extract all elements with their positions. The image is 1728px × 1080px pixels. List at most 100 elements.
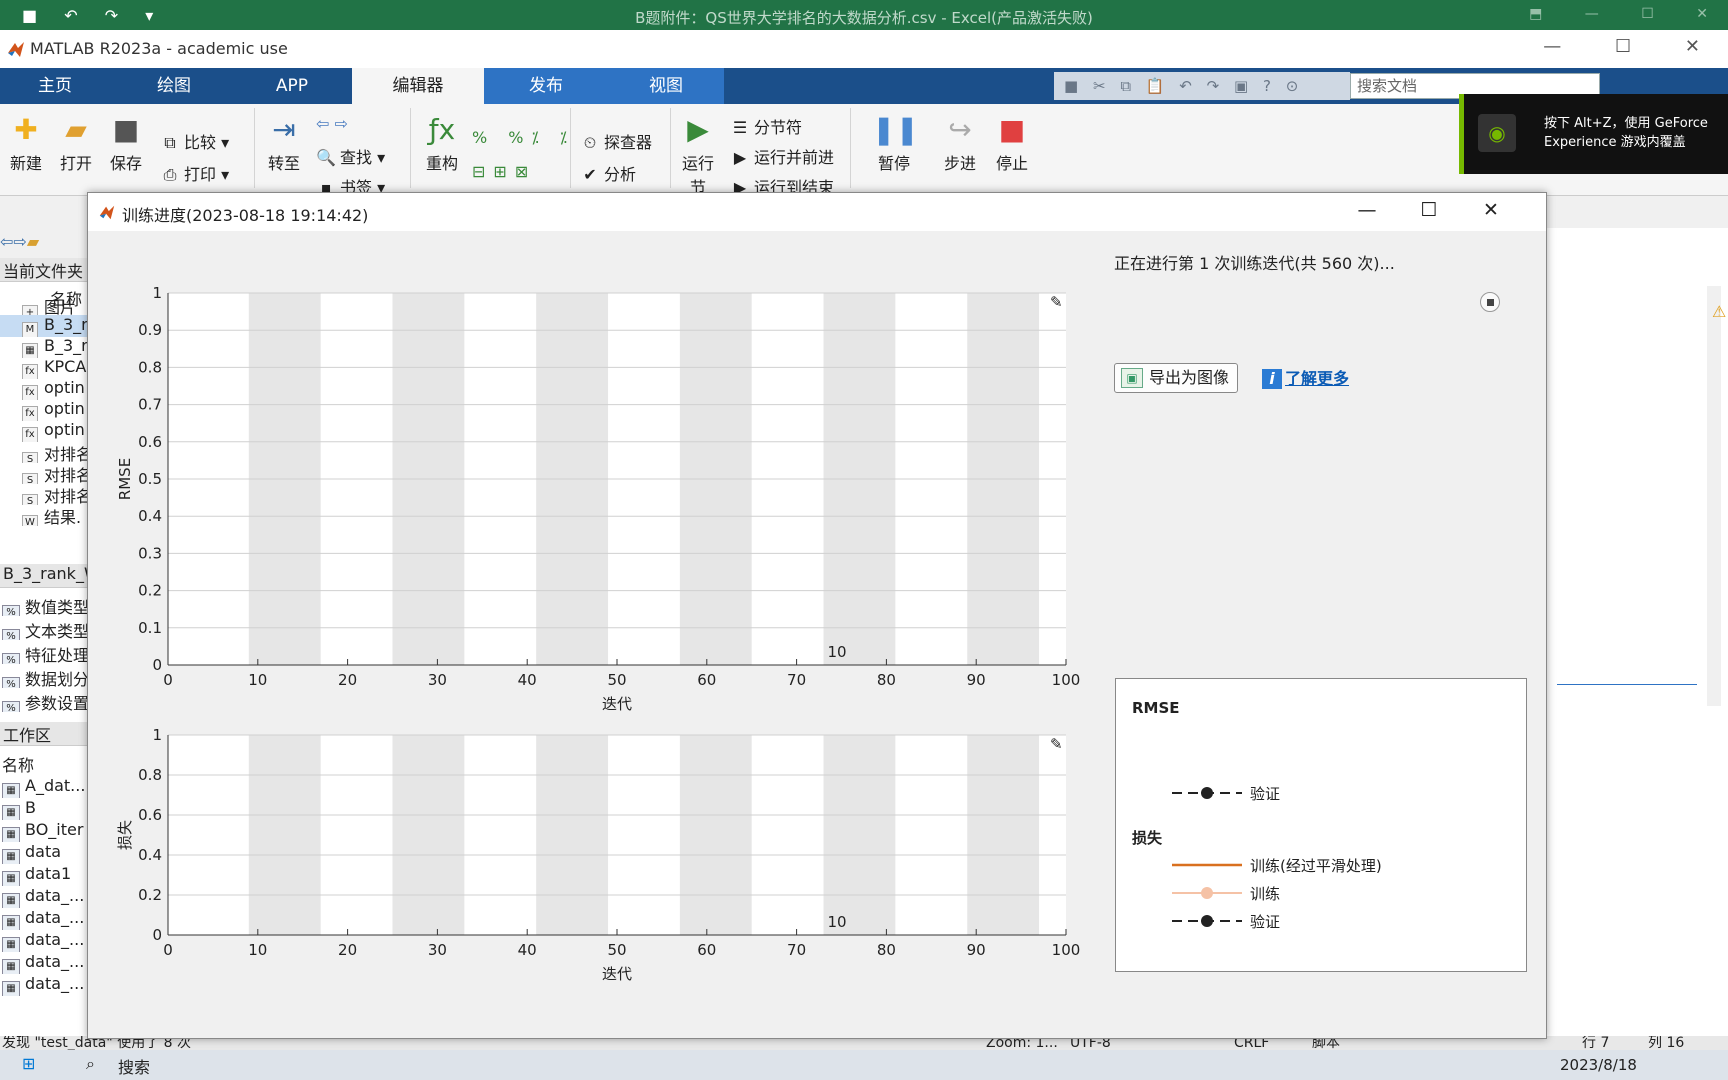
pause-icon: ❚❚ — [872, 113, 919, 146]
profiler-button[interactable]: ⏲ 探查器 — [580, 129, 652, 153]
close-icon[interactable]: ✕ — [1685, 36, 1700, 57]
open-button[interactable]: ▰ 打开 — [54, 114, 98, 174]
axes-toolbar-icon[interactable]: ✎ — [1050, 735, 1063, 753]
folder-nav-toolbar: ⇦⇨▰ — [0, 232, 88, 256]
ribbon-divider — [850, 108, 851, 188]
section-icon: % — [2, 605, 20, 616]
section-list-item[interactable]: % 数值类型 — [0, 594, 87, 616]
forward-icon[interactable]: ⇨ — [13, 232, 26, 251]
file-list-item[interactable]: M B_3_r — [0, 315, 87, 337]
file-list-item[interactable]: S 对排名 — [0, 462, 87, 484]
bookmark-button[interactable]: ▪ 书签 ▾ — [316, 174, 386, 194]
back-icon[interactable]: ⇦ — [0, 232, 13, 251]
analyze-button[interactable]: ✔ 分析 — [580, 161, 636, 185]
workspace-variable[interactable]: ▦ data_... — [0, 886, 87, 908]
axes-toolbar-icon[interactable]: ✎ — [1050, 293, 1063, 311]
tab-editor[interactable]: 编辑器 — [352, 68, 484, 104]
file-list-item[interactable]: S 对排名 — [0, 441, 87, 463]
ribbon-display-icon[interactable]: ⬒ — [1529, 6, 1542, 22]
workspace-name-column[interactable]: 名称 — [0, 752, 87, 774]
undo-icon[interactable]: ↶ — [1179, 77, 1192, 95]
copy-icon[interactable]: ⧉ — [1120, 77, 1131, 95]
workspace-variable[interactable]: ▦ data_... — [0, 952, 87, 974]
minimize-icon[interactable]: — — [1585, 6, 1599, 22]
overlay-text-line-1: 按下 Alt+Z，使用 GeForce — [1544, 116, 1708, 131]
y-tick-label: 1 — [152, 284, 162, 302]
search-icon[interactable]: ⌕ — [86, 1054, 95, 1074]
find-button[interactable]: 🔍 查找 ▾ — [316, 144, 385, 168]
file-list-item[interactable]: W 结果. — [0, 504, 87, 526]
switch-windows-icon[interactable]: ▣ — [1234, 77, 1248, 95]
file-list-item[interactable]: fx KPCA — [0, 357, 87, 379]
workspace-variable[interactable]: ▦ data — [0, 842, 87, 864]
paste-icon[interactable]: 📋 — [1146, 77, 1165, 95]
file-list-item[interactable]: fx optin — [0, 399, 87, 421]
workspace-variable[interactable]: ▦ data_... — [0, 908, 87, 930]
scrollbar[interactable] — [1707, 286, 1721, 706]
file-list-item[interactable]: ▦ B_3_r — [0, 336, 87, 358]
new-button[interactable]: ✚ 新建 — [4, 114, 48, 174]
workspace-variable[interactable]: ▦ B — [0, 798, 87, 820]
workspace-header: 工作区 — [0, 722, 87, 746]
legend-rmse-header: RMSE — [1132, 699, 1180, 717]
indent-buttons[interactable]: ⊟⊞⊠ — [472, 162, 536, 181]
minimize-icon[interactable]: — — [1543, 36, 1561, 57]
compare-button[interactable]: ⧉ 比较 ▾ — [160, 129, 229, 153]
tab-view[interactable]: 视图 — [608, 68, 724, 104]
start-icon[interactable]: ⊞ — [22, 1054, 35, 1073]
section-list-item[interactable]: % 参数设置 — [0, 690, 88, 712]
tab-apps[interactable]: APP — [242, 68, 342, 104]
section-list-item[interactable]: % 数据划分 — [0, 666, 87, 688]
section-break-button[interactable]: ☰ 分节符 — [730, 114, 802, 138]
run-section-button[interactable]: ▶ 运行节 — [678, 114, 718, 196]
section-list-item[interactable]: % 文本类型 — [0, 618, 87, 640]
redo-icon[interactable]: ↷ — [1207, 77, 1220, 95]
workspace-variable[interactable]: ▦ data1 — [0, 864, 87, 886]
step-button[interactable]: ↪ 步进 — [938, 114, 982, 174]
workspace-variable[interactable]: ▦ data_... — [0, 974, 87, 996]
back-forward-icons[interactable]: ⇦ ⇨ — [316, 114, 348, 133]
up-folder-icon[interactable]: ▰ — [27, 232, 39, 251]
save-icon[interactable]: ■ — [1064, 77, 1078, 95]
goto-button[interactable]: ⇥ 转至 — [262, 114, 306, 174]
matlab-logo-icon — [8, 42, 24, 57]
maximize-icon[interactable]: ☐ — [1615, 36, 1631, 57]
file-list-item[interactable]: fx optin — [0, 420, 87, 442]
print-button[interactable]: ⎙ 打印 ▾ — [160, 161, 230, 185]
file-list-item[interactable]: S 对排名 — [0, 483, 87, 505]
x-tick-label: 70 — [787, 941, 806, 959]
learn-more-link[interactable]: i 了解更多 — [1262, 365, 1349, 389]
save-button[interactable]: ■ 保存 — [104, 114, 148, 174]
section-list-item[interactable]: % 特征处理 — [0, 642, 87, 664]
maximize-icon[interactable]: ☐ — [1398, 199, 1460, 221]
section-name: 参数设置 — [25, 694, 88, 712]
file-list-item[interactable]: + 图片 — [0, 294, 87, 316]
close-icon[interactable]: ✕ — [1460, 199, 1522, 221]
run-and-advance-button[interactable]: ▶ 运行并前进 — [730, 144, 834, 168]
cut-icon[interactable]: ✂ — [1093, 77, 1106, 95]
file-list-item[interactable]: fx optin — [0, 378, 87, 400]
export-as-image-button[interactable]: ▣ 导出为图像 — [1114, 363, 1238, 393]
run-to-end-button[interactable]: ▶ 运行到结束 — [730, 174, 834, 194]
workspace-variable[interactable]: ▦ data_... — [0, 930, 87, 952]
tab-plots[interactable]: 绘图 — [124, 68, 224, 104]
y-tick-label: 1 — [152, 726, 162, 744]
community-icon[interactable]: ⊙ — [1286, 77, 1299, 95]
help-icon[interactable]: ? — [1263, 77, 1271, 95]
stop-training-button[interactable] — [1480, 292, 1500, 312]
workspace-variable[interactable]: ▦ A_dat... — [0, 776, 87, 798]
stop-button[interactable]: ■ 停止 — [990, 114, 1034, 174]
minimize-icon[interactable]: — — [1336, 199, 1398, 221]
close-icon[interactable]: ✕ — [1696, 6, 1708, 22]
refactor-button[interactable]: ƒx 重构 — [420, 114, 464, 174]
maximize-icon[interactable]: ☐ — [1641, 6, 1654, 22]
tab-publish[interactable]: 发布 — [484, 68, 608, 104]
workspace-variable[interactable]: ▦ BO_iter — [0, 820, 87, 842]
taskbar-search[interactable]: 搜索 — [118, 1054, 150, 1078]
pause-button[interactable]: ❚❚ 暂停 — [872, 113, 919, 174]
x-tick-label: 80 — [877, 941, 896, 959]
comment-buttons[interactable]: % %⁒ ⁒ — [472, 128, 575, 147]
tab-home[interactable]: 主页 — [0, 68, 110, 104]
warning-icon[interactable]: ⚠ — [1712, 302, 1726, 321]
ribbon-divider — [410, 108, 411, 188]
